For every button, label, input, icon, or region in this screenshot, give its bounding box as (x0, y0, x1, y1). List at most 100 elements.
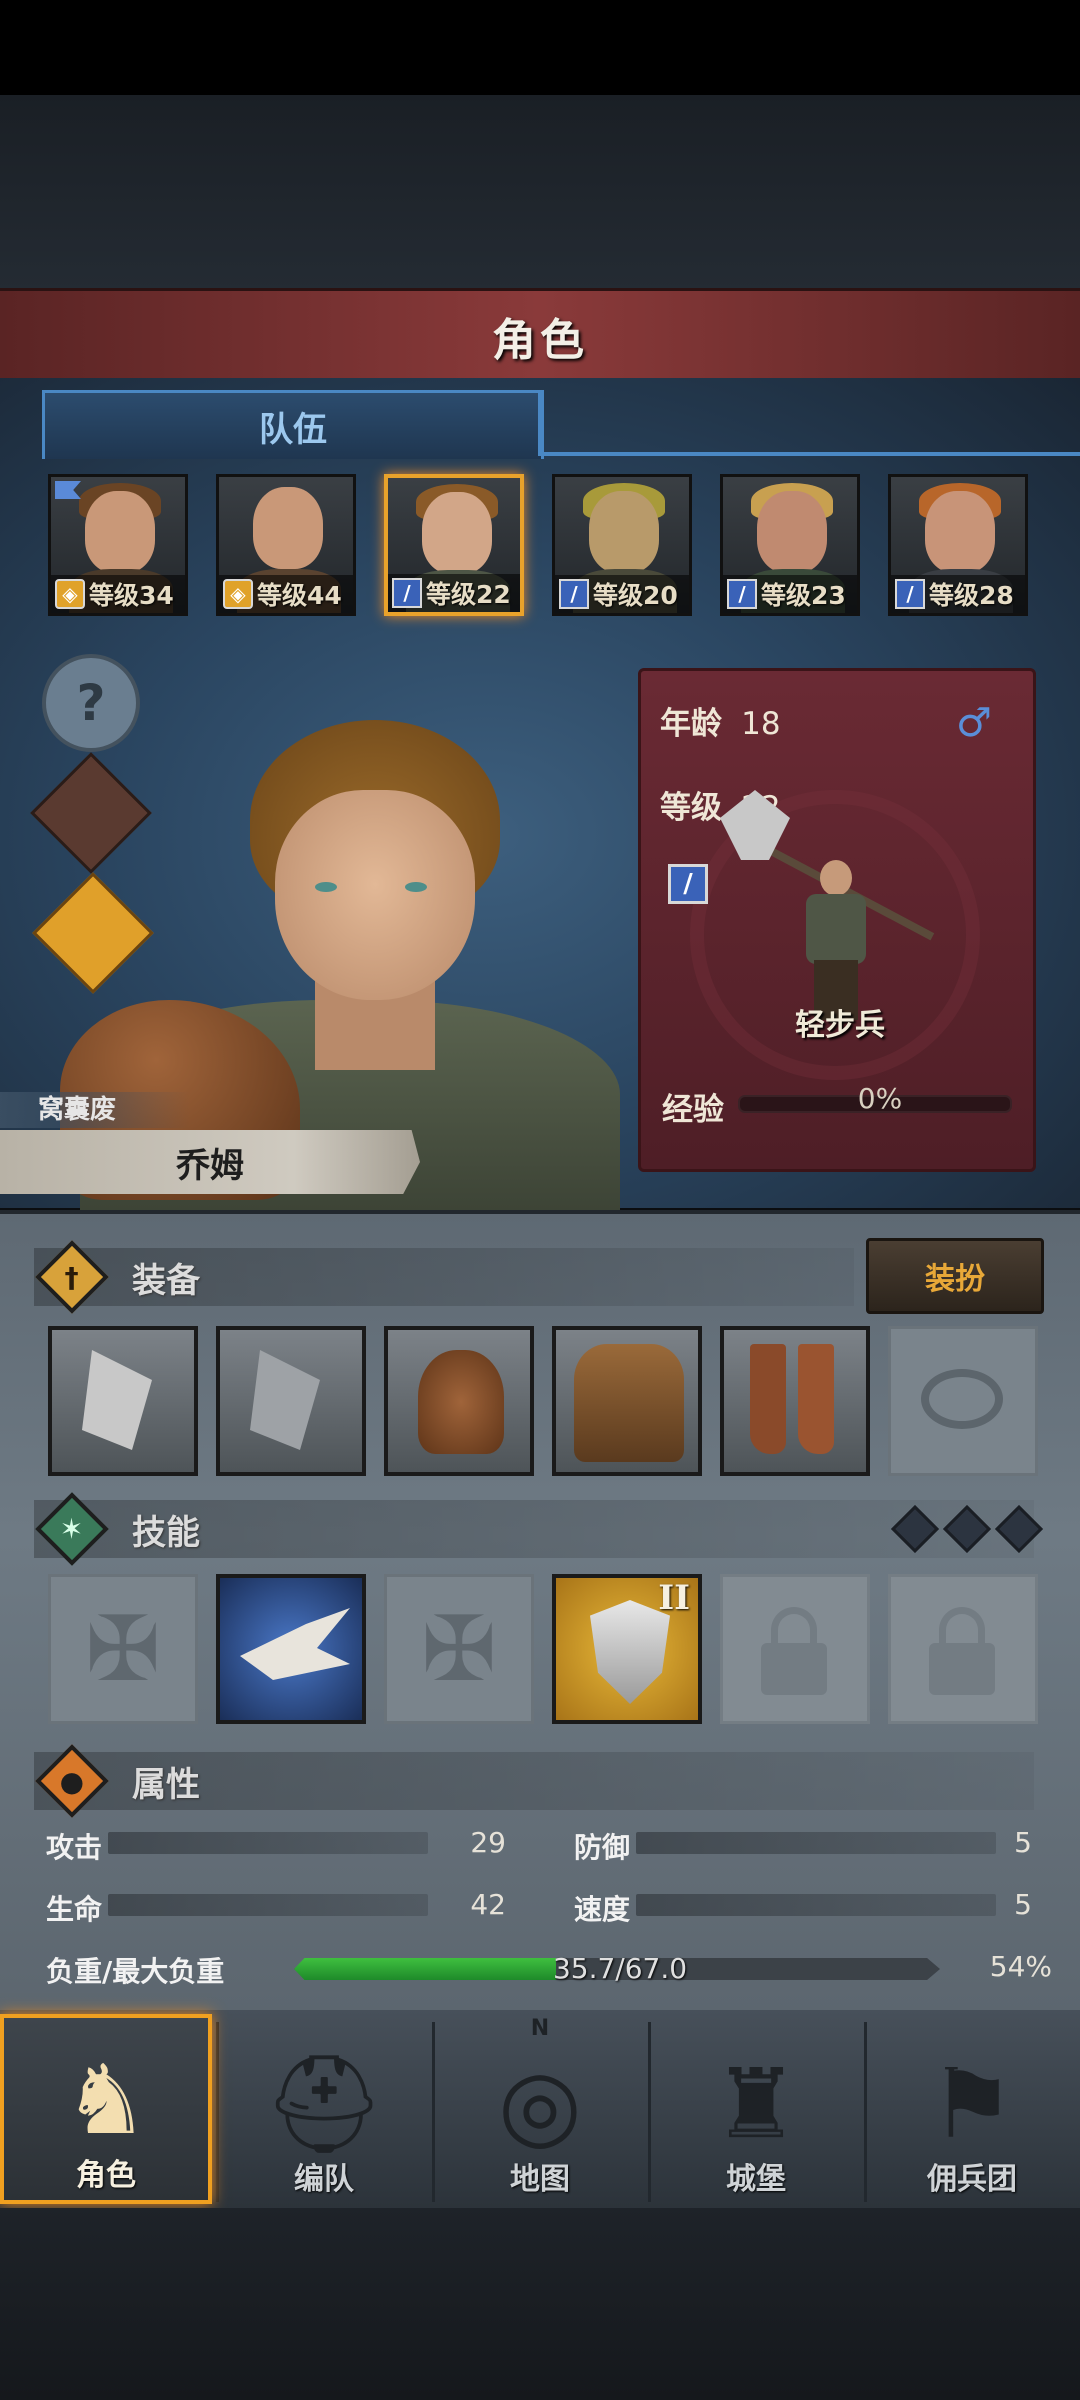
hero-title: 窝囊废 (0, 1092, 190, 1128)
face (253, 487, 323, 569)
skill-slot-locked[interactable] (888, 1574, 1038, 1724)
eye (405, 882, 427, 892)
top-background (0, 95, 1080, 290)
skill-slot-empty[interactable]: ✠ (384, 1574, 534, 1724)
roster-member-2[interactable]: ◈ 等级44 (216, 474, 356, 616)
bottom-area (0, 2208, 1080, 2400)
skills-title: 技能 (132, 1512, 200, 1553)
lock-body (761, 1643, 827, 1695)
dress-button[interactable]: 装扮 (866, 1238, 1044, 1314)
roster-level: 等级34 (89, 581, 174, 610)
equip-slot-helmet[interactable] (384, 1326, 534, 1476)
sword-class-icon: / (392, 578, 422, 608)
skill-slot-locked[interactable] (720, 1574, 870, 1724)
help-icon[interactable]: ? (42, 654, 140, 752)
skill-slot-empty[interactable]: ✠ (48, 1574, 198, 1724)
lock-body (929, 1643, 995, 1695)
shield-class-icon: ◈ (55, 579, 85, 609)
equip-slot-boots[interactable] (720, 1326, 870, 1476)
sword-class-icon: / (559, 579, 589, 609)
hero-name-plate: 乔姆 (0, 1130, 420, 1194)
roster-member-4[interactable]: / 等级20 (552, 474, 692, 616)
dress-button-label: 装扮 (925, 1262, 985, 1297)
skill-slot-charge[interactable] (216, 1574, 366, 1724)
equip-slot-ring[interactable] (888, 1326, 1038, 1476)
lock-icon (771, 1607, 817, 1647)
compass-icon: ◎ (498, 2048, 582, 2160)
nav-label: 地图 (510, 2162, 570, 2197)
nav-map[interactable]: N ◎ 地图 (434, 2014, 646, 2204)
equip-slot-offhand[interactable] (216, 1326, 366, 1476)
gem-icon (942, 1504, 992, 1554)
page-title: 角色 (492, 315, 588, 366)
flag-icon (55, 481, 81, 499)
roster-member-5[interactable]: / 等级23 (720, 474, 860, 616)
roster-level: 等级23 (761, 581, 846, 610)
hp-bar (108, 1894, 428, 1916)
speed-bar (636, 1894, 996, 1916)
roster-member-3-selected[interactable]: / 等级22 (384, 474, 524, 616)
nav-character[interactable]: ♞ 角色 (0, 2014, 212, 2204)
load-percent: 54% (989, 1950, 1052, 1983)
tab-team[interactable]: 队伍 (42, 390, 544, 459)
load-bar-fill (294, 1958, 556, 1980)
person-icon: ● (35, 1744, 109, 1818)
roster-level: 等级28 (929, 581, 1014, 610)
sword-class-icon: / (895, 579, 925, 609)
roster-member-6[interactable]: / 等级28 (888, 474, 1028, 616)
equip-slot-weapon[interactable] (48, 1326, 198, 1476)
attributes-header: ● 属性 (0, 1744, 200, 1818)
roster-member-1[interactable]: ◈ 等级34 (48, 474, 188, 616)
hp-value: 42 (470, 1888, 506, 1921)
level-label: 等级 (660, 790, 722, 826)
tab-divider (538, 390, 541, 456)
lock-icon (939, 1607, 985, 1647)
eye (315, 882, 337, 892)
hero-name: 乔姆 (176, 1145, 244, 1186)
equipment-header: † 装备 (0, 1240, 200, 1314)
age-label: 年龄 (660, 706, 722, 742)
hp-label: 生命 (46, 1893, 103, 1926)
speed-value: 5 (1014, 1888, 1032, 1921)
face (422, 492, 492, 574)
load-value: 35.7/67.0 (552, 1952, 688, 1985)
nav-label: 编队 (294, 2162, 354, 2197)
skill-slot-shield[interactable]: II (552, 1574, 702, 1724)
load-label: 负重/最大负重 (46, 1955, 225, 1988)
attributes-title: 属性 (132, 1764, 200, 1805)
equipment-title: 装备 (132, 1260, 200, 1301)
defense-bar (636, 1832, 996, 1854)
defense-value: 5 (1014, 1826, 1032, 1859)
face (85, 491, 155, 573)
nav-formation[interactable]: ⛑ 编队 (218, 2014, 430, 2204)
unit-class-name: 轻步兵 (795, 1008, 885, 1043)
status-bar (0, 0, 1080, 95)
ring-icon (921, 1369, 1003, 1429)
exp-value: 0% (857, 1082, 903, 1115)
hero-face (275, 790, 475, 1000)
helmet-icon (418, 1350, 504, 1454)
roster-level: 等级44 (257, 581, 342, 610)
nav-castle[interactable]: ♜ 城堡 (650, 2014, 862, 2204)
equip-slot-armor[interactable] (552, 1326, 702, 1476)
nav-label: 城堡 (726, 2162, 786, 2197)
exp-label: 经验 (662, 1092, 724, 1128)
speed-label: 速度 (574, 1893, 631, 1926)
armor-icon (574, 1344, 684, 1462)
castle-icon: ♜ (712, 2048, 800, 2160)
gem-icon (994, 1504, 1044, 1554)
title-banner: 角色 (0, 288, 1080, 385)
nav-label: 角色 (76, 2158, 136, 2193)
cross-icon: ✠ (85, 1596, 161, 1702)
nav-mercenaries[interactable]: ⚑ 佣兵团 (866, 2014, 1078, 2204)
compass-north: N (530, 2016, 550, 2041)
face (589, 491, 659, 573)
age-value: 18 (741, 706, 781, 742)
defense-label: 防御 (574, 1831, 631, 1864)
attack-bar (108, 1832, 428, 1854)
male-icon: ♂ (956, 700, 992, 746)
boot-icon (750, 1344, 786, 1454)
sword-class-icon: / (668, 864, 708, 904)
gem-icon (890, 1504, 940, 1554)
charge-icon (240, 1608, 350, 1680)
